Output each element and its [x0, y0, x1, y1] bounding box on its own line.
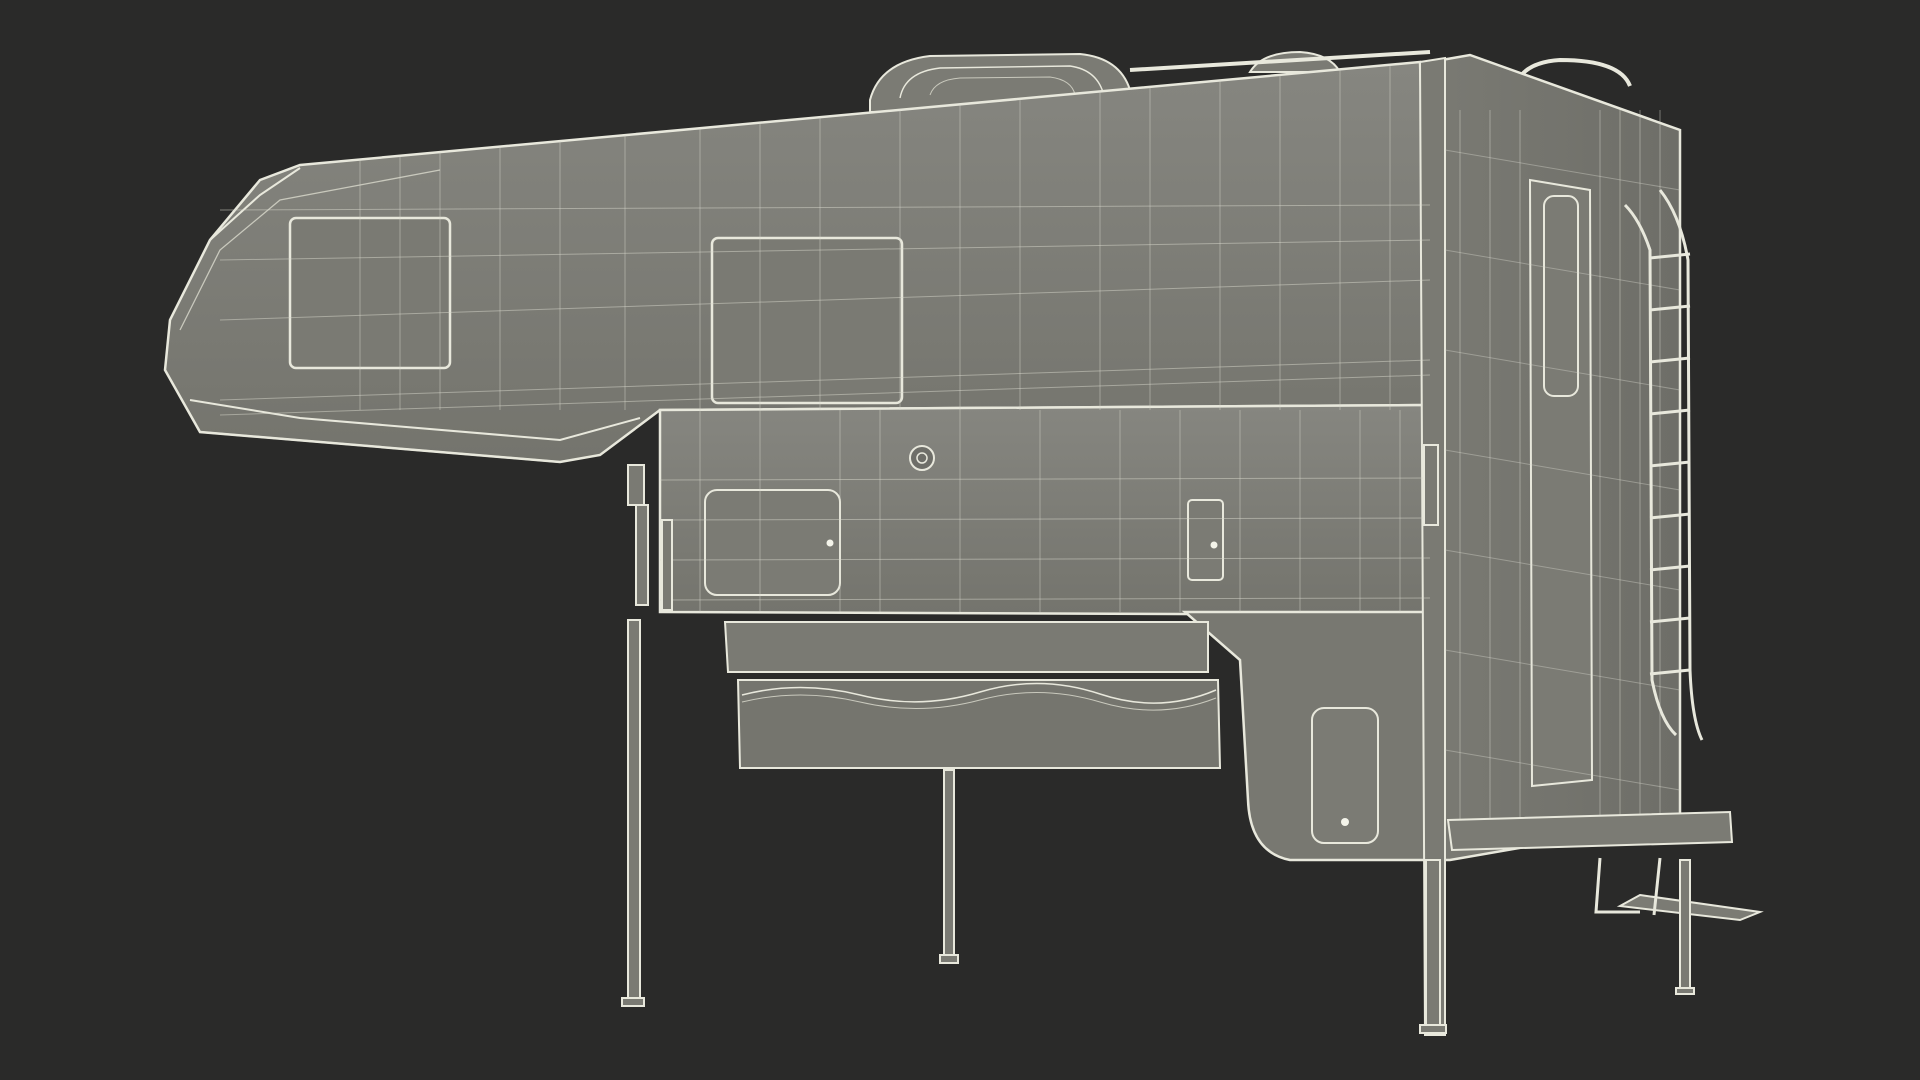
- render-viewport: [0, 0, 1920, 1080]
- front-window: [288, 216, 452, 370]
- storage-door-left: [704, 489, 841, 596]
- jack-leg-front: [621, 464, 673, 1007]
- rear-wall: [1418, 53, 1682, 1036]
- jack-leg-middle: [939, 769, 959, 964]
- rear-step: [1446, 810, 1764, 922]
- door-latch-icon: [1341, 818, 1349, 826]
- storage-door-mid: [1187, 499, 1224, 581]
- storage-door-rear: [1311, 707, 1379, 844]
- camper-wireframe-render: [163, 50, 1764, 1036]
- door-latch-icon: [1210, 541, 1218, 549]
- door-latch-icon: [826, 539, 834, 547]
- vent-fixture: [909, 445, 935, 471]
